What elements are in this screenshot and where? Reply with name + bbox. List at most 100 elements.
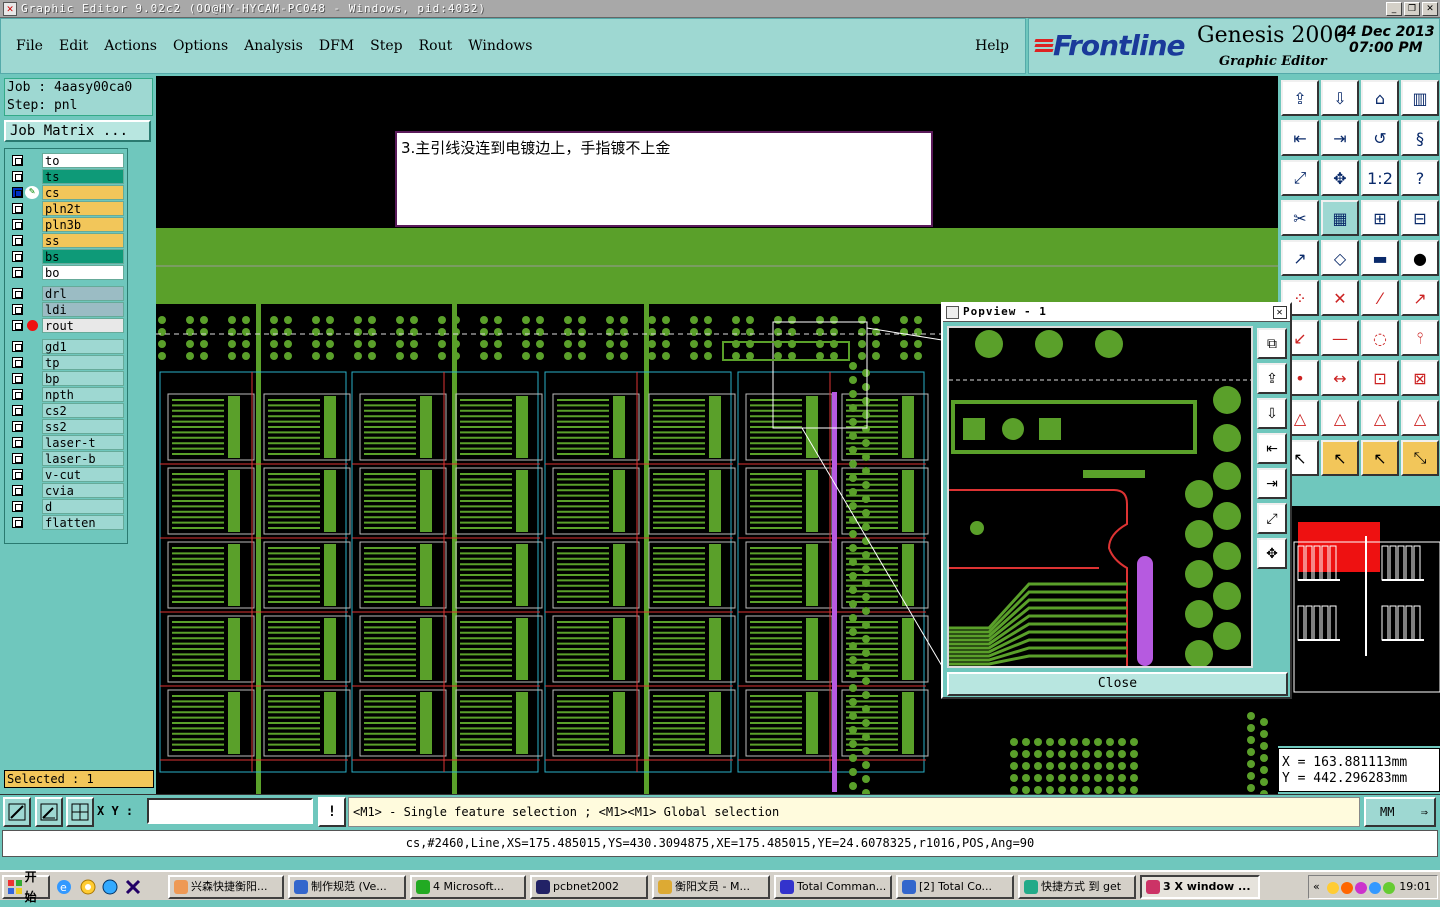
task-pcbnet[interactable]: pcbnet2002 <box>530 875 648 899</box>
move-seg-tool-button[interactable]: ⊡ <box>1361 360 1399 396</box>
split-tool-button[interactable]: ↔ <box>1321 360 1359 396</box>
pointer-orange-tool-button[interactable]: ↖ <box>1321 440 1359 476</box>
layer-name[interactable]: npth <box>42 387 124 402</box>
layer-checkbox[interactable] <box>12 389 23 400</box>
job-matrix-button[interactable]: Job Matrix ... <box>4 120 151 142</box>
task-clerk[interactable]: 衡阳文员 - M... <box>652 875 770 899</box>
layer-checkbox[interactable] <box>12 485 23 496</box>
layer-checkbox[interactable] <box>12 453 23 464</box>
scale-tool-button[interactable]: 1:2 <box>1361 160 1399 196</box>
snap-on-tool-button[interactable]: ⊞ <box>1361 200 1399 236</box>
help-tool-button[interactable]: ? <box>1401 160 1439 196</box>
xy-coordinate-input[interactable] <box>147 798 313 824</box>
layer-checkbox[interactable] <box>12 421 23 432</box>
pop-right-button[interactable]: ⇥ <box>1257 468 1287 499</box>
menu-analysis[interactable]: Analysis <box>244 38 303 54</box>
layer-name[interactable]: to <box>42 153 124 168</box>
pop-center-button[interactable]: ✥ <box>1257 538 1287 569</box>
popview-close-button[interactable]: Close <box>947 672 1288 696</box>
layer-row-cvia[interactable]: cvia <box>7 483 127 498</box>
redraw-tool-button[interactable]: § <box>1401 120 1439 156</box>
layer-row-bs[interactable]: bs <box>7 249 127 264</box>
measure-tool-button[interactable]: ✂ <box>1281 200 1319 236</box>
window-tool-button[interactable]: ▥ <box>1401 80 1439 116</box>
layer-row-laser-b[interactable]: laser-b <box>7 451 127 466</box>
grid-tool-button[interactable]: ▦ <box>1321 200 1359 236</box>
layer-checkbox[interactable] <box>12 267 23 278</box>
layer-checkbox[interactable] <box>12 304 23 315</box>
layer-checkbox[interactable] <box>12 288 23 299</box>
cross-tool-button[interactable]: ✕ <box>1321 280 1359 316</box>
home-tool-button[interactable]: ⌂ <box>1361 80 1399 116</box>
grid-mode-button[interactable] <box>66 797 94 827</box>
layer-row-to[interactable]: to <box>7 153 127 168</box>
pointer-orange2-tool-button[interactable]: ↖ <box>1361 440 1399 476</box>
restore-button[interactable]: ❐ <box>1404 2 1420 16</box>
minimize-button[interactable]: _ <box>1386 2 1402 16</box>
layer-row-pln2t[interactable]: pln2t <box>7 201 127 216</box>
layer-row-laser-t[interactable]: laser-t <box>7 435 127 450</box>
layer-checkbox[interactable] <box>12 501 23 512</box>
measure-mode-button[interactable] <box>35 797 63 827</box>
layer-checkbox[interactable] <box>12 517 23 528</box>
line-blue-tool-button[interactable]: — <box>1321 320 1359 356</box>
popview-close-icon[interactable]: ✕ <box>1273 306 1287 319</box>
layer-name[interactable]: cs2 <box>42 403 124 418</box>
triangle-b-tool-button[interactable]: △ <box>1361 400 1399 436</box>
layer-name[interactable]: cs <box>42 185 124 200</box>
layer-row-d[interactable]: d <box>7 499 127 514</box>
layer-name[interactable]: pln3b <box>42 217 124 232</box>
layer-row-flatten[interactable]: flatten <box>7 515 127 530</box>
zoom-home-tool-button[interactable]: ⇪ <box>1281 80 1319 116</box>
arc-tool-button[interactable]: ◌ <box>1361 320 1399 356</box>
menu-file[interactable]: File <box>16 38 43 54</box>
layer-name[interactable]: gd1 <box>42 339 124 354</box>
menu-options[interactable]: Options <box>173 38 228 54</box>
layer-checkbox[interactable] <box>12 251 23 262</box>
zoom-fit-tool-button[interactable]: ⇩ <box>1321 80 1359 116</box>
tray-expand[interactable]: « <box>1313 876 1320 898</box>
layer-name[interactable]: pln2t <box>42 201 124 216</box>
layer-row-ldi[interactable]: ldi <box>7 302 127 317</box>
overview-map[interactable] <box>1278 506 1440 746</box>
menu-dfm[interactable]: DFM <box>319 38 354 54</box>
zoom-one-tool-button[interactable]: ↺ <box>1361 120 1399 156</box>
layer-checkbox[interactable] <box>12 437 23 448</box>
browser-icon[interactable] <box>102 879 118 895</box>
layer-row-rout[interactable]: rout <box>7 318 127 333</box>
pop-fit-button[interactable]: ⤢ <box>1257 503 1287 534</box>
layer-name[interactable]: tp <box>42 355 124 370</box>
pop-up-button[interactable]: ⇪ <box>1257 363 1287 394</box>
layer-checkbox[interactable] <box>12 320 23 331</box>
task-doc-spec[interactable]: 制作规范 (Ve... <box>288 875 406 899</box>
layer-row-ts[interactable]: ts <box>7 169 127 184</box>
close-window-button[interactable]: ✕ <box>1422 2 1438 16</box>
layer-row-cs2[interactable]: cs2 <box>7 403 127 418</box>
task-xwindow[interactable]: 3 X window ... <box>1140 875 1260 899</box>
menu-step[interactable]: Step <box>370 38 402 54</box>
menu-edit[interactable]: Edit <box>59 38 88 54</box>
zoom-out-tool-button[interactable]: ✥ <box>1321 160 1359 196</box>
layer-checkbox[interactable] <box>12 357 23 368</box>
select-tool-button[interactable]: ↗ <box>1281 240 1319 276</box>
layer-checkbox[interactable] <box>12 203 23 214</box>
ruler-tool-button[interactable]: ▬ <box>1361 240 1399 276</box>
layer-name[interactable]: d <box>42 499 124 514</box>
layer-checkbox[interactable] <box>12 187 23 198</box>
layer-row-drl[interactable]: drl <box>7 286 127 301</box>
pop-zoom-button[interactable]: ⧉ <box>1257 328 1287 359</box>
layer-name[interactable]: rout <box>42 318 124 333</box>
ie-icon[interactable]: e <box>56 879 72 895</box>
layer-row-bp[interactable]: bp <box>7 371 127 386</box>
layer-checkbox[interactable] <box>12 373 23 384</box>
flip-tool-button[interactable]: ⫯ <box>1401 320 1439 356</box>
menu-rout[interactable]: Rout <box>419 38 453 54</box>
menu-help[interactable]: Help <box>975 38 1009 54</box>
zoom-in-tool-button[interactable]: ⤢ <box>1281 160 1319 196</box>
clock-app-icon[interactable] <box>80 879 96 895</box>
layer-row-ss2[interactable]: ss2 <box>7 419 127 434</box>
menu-windows[interactable]: Windows <box>468 38 532 54</box>
app-icon[interactable]: ✕ <box>3 1 17 16</box>
layer-checkbox[interactable] <box>12 235 23 246</box>
pan-right-tool-button[interactable]: ⇥ <box>1321 120 1359 156</box>
